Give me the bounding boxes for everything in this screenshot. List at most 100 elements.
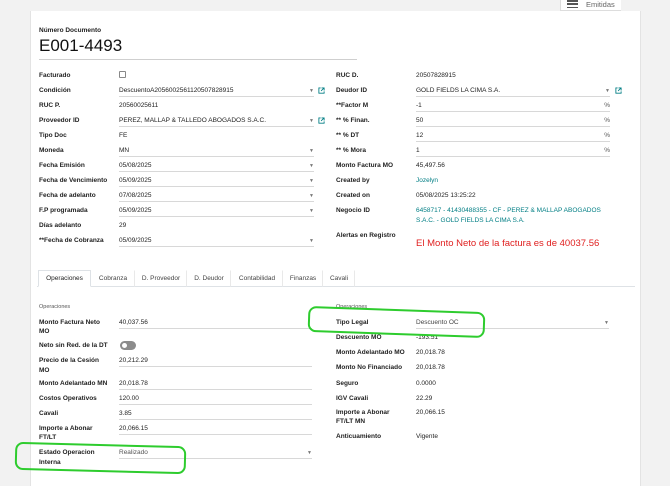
anticuamiento-value: Vigente: [416, 433, 438, 440]
dias-adelanto-value: 29: [119, 222, 127, 229]
monto-neto-field[interactable]: 40,037.56: [119, 318, 312, 329]
monto-adelantado-mn-field[interactable]: 20,018.78: [119, 379, 312, 390]
importe-abonar-mn-label-line1: Importe a Abonar: [336, 409, 390, 416]
chevron-down-icon: ▼: [309, 208, 314, 214]
created-on-value: 05/08/2025 13:25:22: [416, 192, 476, 199]
fp-programada-label: F.P programada: [39, 207, 88, 214]
mora-field[interactable]: 1%: [416, 146, 610, 157]
igv-cavali-value: 22.29: [416, 395, 433, 402]
chevron-down-icon: ▼: [309, 148, 314, 154]
precio-cesion-field[interactable]: 20,212.29: [119, 356, 312, 367]
igv-cavali-label: IGV Cavali: [336, 395, 369, 402]
fecha-vencimiento-field[interactable]: 05/09/2025 ▼: [119, 176, 314, 187]
negocio-id-link-line2[interactable]: S.A.C. - GOLD FIELDS LA CIMA S.A.: [416, 217, 525, 225]
highlight-estado-operacion: [14, 441, 187, 475]
emitidas-label: Emitidas: [586, 0, 615, 9]
chevron-down-icon: ▼: [307, 450, 312, 456]
toggle-knob: [122, 343, 127, 348]
negocio-id-label: Negocio ID: [336, 207, 370, 214]
emitidas-control[interactable]: Emitidas: [560, 0, 621, 11]
cavali-label: Cavali: [39, 410, 59, 417]
cavali-field[interactable]: 3.85: [119, 409, 312, 420]
external-link-icon[interactable]: [318, 87, 325, 94]
dt-field[interactable]: 12%: [416, 131, 610, 142]
tipo-doc-label: Tipo Doc: [39, 132, 67, 139]
importe-abonar-label-line1: Importe a Abonar: [39, 425, 93, 432]
fecha-adelanto-field[interactable]: 07/08/2025 ▼: [119, 191, 314, 202]
tab-contabilidad[interactable]: Contabilidad: [231, 270, 283, 287]
importe-abonar-mn-label-line2: FT/LT MN: [336, 418, 366, 425]
ruc-p-label: RUC P.: [39, 102, 61, 109]
dias-adelanto-label: Días adelanto: [39, 222, 82, 229]
fecha-adelanto-label: Fecha de adelanto: [39, 192, 96, 199]
created-by-link[interactable]: Jozelyn: [416, 177, 438, 185]
negocio-id-link-line1[interactable]: 6458717 - 41430488355 - CF - PEREZ & MAL…: [416, 207, 601, 215]
factor-m-label: **Factor M: [336, 102, 369, 109]
precio-cesion-label-line1: Precio de la Cesión: [39, 357, 99, 364]
tab-cavali[interactable]: Cavali: [323, 270, 355, 287]
tipo-doc-value: FE: [119, 132, 128, 139]
monto-factura-label: Monto Factura MO: [336, 162, 394, 169]
anticuamiento-label: Anticuamiento: [336, 433, 382, 440]
costos-operativos-field[interactable]: 120.00: [119, 394, 312, 405]
descuento-mo-label: Descuento MO: [336, 334, 382, 341]
document-number-label: Número Documento: [39, 27, 102, 34]
fecha-emision-field[interactable]: 05/08/2025 ▼: [119, 161, 314, 172]
chevron-down-icon: ▼: [309, 238, 314, 244]
costos-operativos-label: Costos Operativos: [39, 395, 97, 402]
proveedor-id-field[interactable]: PEREZ, MALLAP & TALLEDO ABOGADOS S.A.C. ▼: [119, 116, 314, 127]
tab-d-deudor[interactable]: D. Deudor: [187, 270, 231, 287]
ruc-d-value: 20507828915: [416, 72, 456, 79]
alertas-label: Alertas en Registro: [336, 232, 396, 239]
moneda-field[interactable]: MN ▼: [119, 146, 314, 157]
importe-abonar-label-line2: FT/LT: [39, 434, 57, 441]
proveedor-id-label: Proveedor ID: [39, 117, 80, 124]
fecha-vencimiento-label: Fecha de Vencimiento: [39, 177, 108, 184]
neto-sin-red-label: Neto sin Red. de la DT: [39, 342, 108, 349]
external-link-icon[interactable]: [615, 87, 622, 94]
ops-left-section-title: Operaciones: [39, 304, 71, 310]
tab-cobranza[interactable]: Cobranza: [91, 270, 135, 287]
tab-operaciones[interactable]: Operaciones: [38, 270, 91, 287]
monto-adelantado-mn-label: Monto Adelantado MN: [39, 380, 108, 387]
chevron-down-icon: ▼: [309, 163, 314, 169]
chevron-down-icon: ▼: [309, 118, 314, 124]
fecha-emision-label: Fecha Emisión: [39, 162, 85, 169]
finan-label: ** % Finan.: [336, 117, 370, 124]
tab-d-proveedor[interactable]: D. Proveedor: [135, 270, 187, 287]
facturado-label: Facturado: [39, 72, 71, 79]
deudor-id-field[interactable]: GOLD FIELDS LA CIMA S.A. ▼: [416, 86, 610, 97]
neto-sin-red-toggle[interactable]: [120, 341, 136, 350]
monto-factura-value: 45,497.56: [416, 162, 445, 169]
monto-no-financiado-label: Monto No Financiado: [336, 364, 403, 371]
chevron-down-icon: ▼: [604, 320, 609, 326]
precio-cesion-label-line2: MO: [39, 367, 50, 374]
fecha-cobranza-label: **Fecha de Cobranza: [39, 237, 104, 244]
external-link-icon[interactable]: [318, 117, 325, 124]
created-by-label: Created by: [336, 177, 370, 184]
finan-field[interactable]: 50%: [416, 116, 610, 127]
importe-abonar-field[interactable]: 20,066.15: [119, 424, 312, 435]
chevron-down-icon: ▼: [309, 178, 314, 184]
chevron-down-icon: ▼: [605, 88, 610, 94]
alertas-message: El Monto Neto de la factura es de 40037.…: [416, 238, 600, 249]
importe-abonar-mn-value: 20,066.15: [416, 409, 445, 416]
monto-neto-label-line2: MO: [39, 328, 50, 335]
form-sheet: Número Documento E001-4493 Facturado Con…: [30, 11, 641, 486]
fecha-cobranza-field[interactable]: 05/09/2025 ▼: [119, 236, 314, 247]
ruc-p-value: 20560025611: [119, 102, 159, 109]
chevron-down-icon: ▼: [309, 193, 314, 199]
factor-m-field[interactable]: -1%: [416, 101, 610, 112]
created-on-label: Created on: [336, 192, 370, 199]
monto-adelantado-mo-value: 20,018.78: [416, 349, 445, 356]
document-number[interactable]: E001-4493: [39, 36, 357, 60]
seguro-value: 0.0000: [416, 380, 436, 387]
dt-label: ** % DT: [336, 132, 360, 139]
fp-programada-field[interactable]: 05/09/2025 ▼: [119, 206, 314, 217]
hamburger-icon: [567, 0, 578, 8]
ruc-d-label: RUC D.: [336, 72, 359, 79]
tab-finanzas[interactable]: Finanzas: [283, 270, 323, 287]
facturado-checkbox[interactable]: [119, 71, 126, 78]
condicion-field[interactable]: DescuentoA205600256112050782891​5 ▼: [119, 86, 314, 97]
chevron-down-icon: ▼: [309, 88, 314, 94]
